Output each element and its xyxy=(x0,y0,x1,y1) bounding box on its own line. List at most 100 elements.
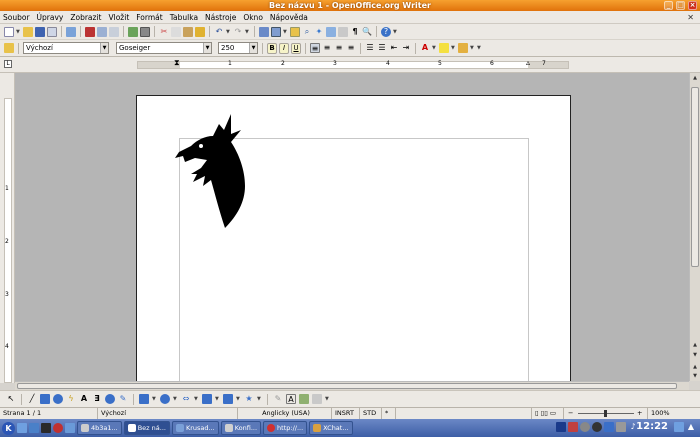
redo-dropdown-icon[interactable]: ▼ xyxy=(245,27,250,37)
ellipse-icon[interactable] xyxy=(53,394,63,404)
menu-tabulka[interactable]: Tabulka xyxy=(170,13,198,22)
font-size-select[interactable]: 250 ▼ xyxy=(218,42,258,54)
keyboard-layout-icon[interactable] xyxy=(556,422,566,432)
points-icon[interactable]: ✎ xyxy=(273,394,283,404)
help-icon[interactable]: ? xyxy=(381,26,391,37)
toolbar-options-icon[interactable]: ▼ xyxy=(393,27,398,37)
new-dropdown-icon[interactable]: ▼ xyxy=(16,27,21,37)
font-color-icon[interactable]: A xyxy=(420,43,430,53)
previous-page-icon[interactable]: ▲ xyxy=(691,363,699,371)
paragraph-style-select[interactable]: Výchozí ▼ xyxy=(23,42,109,54)
task-button-active[interactable]: Bez ná... xyxy=(123,421,170,435)
task-button[interactable]: Krusad... xyxy=(171,421,219,435)
task-button[interactable]: http://... xyxy=(263,421,308,435)
zoom-out-icon[interactable]: − xyxy=(568,408,573,419)
selection-mode[interactable]: STD xyxy=(360,408,382,419)
paste-icon[interactable] xyxy=(183,26,193,37)
redo-icon[interactable]: ↷ xyxy=(233,27,243,37)
cut-icon[interactable]: ✂ xyxy=(159,27,169,37)
vertical-ruler[interactable]: 1 2 3 4 xyxy=(0,73,15,383)
view-layout-icons[interactable]: ▯ ▯▯ ▭ xyxy=(532,408,564,419)
scroll-up-icon[interactable]: ▲ xyxy=(691,341,699,349)
data-sources-icon[interactable] xyxy=(338,26,348,37)
format-paintbrush-icon[interactable] xyxy=(195,26,205,37)
block-arrows-icon[interactable]: ⇔ xyxy=(181,394,191,404)
increase-indent-icon[interactable]: ⇥ xyxy=(401,43,411,53)
next-page-icon[interactable]: ▼ xyxy=(691,372,699,380)
justify-icon[interactable]: ≡ xyxy=(346,43,356,53)
callouts-icon[interactable] xyxy=(223,394,233,404)
horizontal-scrollbar[interactable] xyxy=(15,381,689,390)
menu-format[interactable]: Formát xyxy=(136,13,162,22)
vertical-scroll-thumb[interactable] xyxy=(691,87,699,267)
new-document-icon[interactable] xyxy=(4,26,14,37)
zoom-slider[interactable]: − + xyxy=(564,408,648,419)
font-name-select[interactable]: Goseiger ▼ xyxy=(116,42,212,54)
zoom-percent[interactable]: 100% xyxy=(648,408,678,419)
fontwork-icon[interactable]: ✎ xyxy=(118,394,128,404)
edit-file-icon[interactable] xyxy=(66,26,76,37)
vertical-text-icon[interactable]: Ǝ xyxy=(92,394,102,404)
navigator-icon[interactable]: ✦ xyxy=(314,27,324,37)
task-button[interactable]: XChat... xyxy=(309,421,353,435)
flowchart-icon[interactable] xyxy=(202,394,212,404)
panel-arrow-icon[interactable]: ▲ xyxy=(686,422,696,432)
menu-upravy[interactable]: Úpravy xyxy=(37,13,64,22)
from-file-icon[interactable] xyxy=(299,394,309,404)
align-left-icon[interactable]: ≡ xyxy=(310,43,320,53)
select-arrow-icon[interactable]: ↖ xyxy=(6,394,16,404)
symbol-shapes-dropdown-icon[interactable]: ▼ xyxy=(173,394,178,404)
task-button[interactable]: Konfi... xyxy=(220,421,262,435)
document-page[interactable] xyxy=(136,95,571,381)
indent-marker-icon[interactable]: ⧗ xyxy=(174,58,180,68)
home-icon[interactable] xyxy=(29,423,39,433)
block-arrows-dropdown-icon[interactable]: ▼ xyxy=(194,394,199,404)
zoom-thumb[interactable] xyxy=(604,410,607,417)
open-icon[interactable] xyxy=(23,26,33,37)
opera-icon[interactable] xyxy=(53,423,63,433)
bluetooth-icon[interactable] xyxy=(604,422,614,432)
menu-okno[interactable]: Okno xyxy=(243,13,263,22)
menu-vlozit[interactable]: Vložit xyxy=(109,13,130,22)
show-desktop-icon[interactable] xyxy=(17,423,27,433)
background-color-icon[interactable] xyxy=(458,43,468,53)
undo-dropdown-icon[interactable]: ▼ xyxy=(226,27,231,37)
align-center-icon[interactable]: ≡ xyxy=(322,43,332,53)
bullets-icon[interactable]: ☰ xyxy=(377,43,387,53)
menu-napoveda[interactable]: Nápověda xyxy=(270,13,308,22)
document-workspace[interactable] xyxy=(15,73,689,381)
chevron-down-icon[interactable]: ▼ xyxy=(100,43,108,53)
zoom-in-icon[interactable]: + xyxy=(637,408,642,419)
page-indicator[interactable]: Strana 1 / 1 xyxy=(0,408,98,419)
hyperlink-icon[interactable] xyxy=(259,26,269,37)
scroll-up-icon[interactable]: ▲ xyxy=(691,74,699,82)
background-dropdown-icon[interactable]: ▼ xyxy=(470,43,475,53)
tab-type-icon[interactable]: L xyxy=(4,60,12,68)
terminal-icon[interactable] xyxy=(41,423,51,433)
vertical-scrollbar[interactable]: ▲ ▲ ▼ ▲ ▼ xyxy=(689,73,700,381)
print-icon[interactable] xyxy=(97,26,107,37)
symbol-shapes-icon[interactable] xyxy=(160,394,170,404)
bold-button[interactable]: B xyxy=(267,42,277,54)
k-menu-icon[interactable]: K xyxy=(2,421,15,435)
clipboard-icon[interactable] xyxy=(580,422,590,432)
undo-icon[interactable]: ↶ xyxy=(214,27,224,37)
horizontal-ruler[interactable]: L 1 2 3 4 5 6 7 ⧗ ▵ xyxy=(0,57,700,73)
task-button[interactable]: 4b3a1... xyxy=(77,421,122,435)
menu-soubor[interactable]: Soubor xyxy=(3,13,30,22)
page-preview-icon[interactable] xyxy=(109,26,119,37)
minimize-button[interactable]: _ xyxy=(664,1,673,10)
insert-mode[interactable]: INSRT xyxy=(332,408,360,419)
close-document-icon[interactable]: ✕ xyxy=(687,13,694,22)
show-draw-functions-icon[interactable] xyxy=(290,26,300,37)
font-color-dropdown-icon[interactable]: ▼ xyxy=(432,43,437,53)
styles-formatting-icon[interactable] xyxy=(4,43,14,53)
freeform-icon[interactable]: ϟ xyxy=(66,394,76,404)
line-icon[interactable]: ╱ xyxy=(27,394,37,404)
fontwork-gallery-icon[interactable]: A xyxy=(286,394,296,404)
toolbar-options-icon[interactable]: ▼ xyxy=(477,43,482,53)
language[interactable]: Anglicky (USA) xyxy=(238,408,332,419)
decrease-indent-icon[interactable]: ⇤ xyxy=(389,43,399,53)
horizontal-scroll-thumb[interactable] xyxy=(17,383,677,389)
table-icon[interactable] xyxy=(271,26,281,37)
